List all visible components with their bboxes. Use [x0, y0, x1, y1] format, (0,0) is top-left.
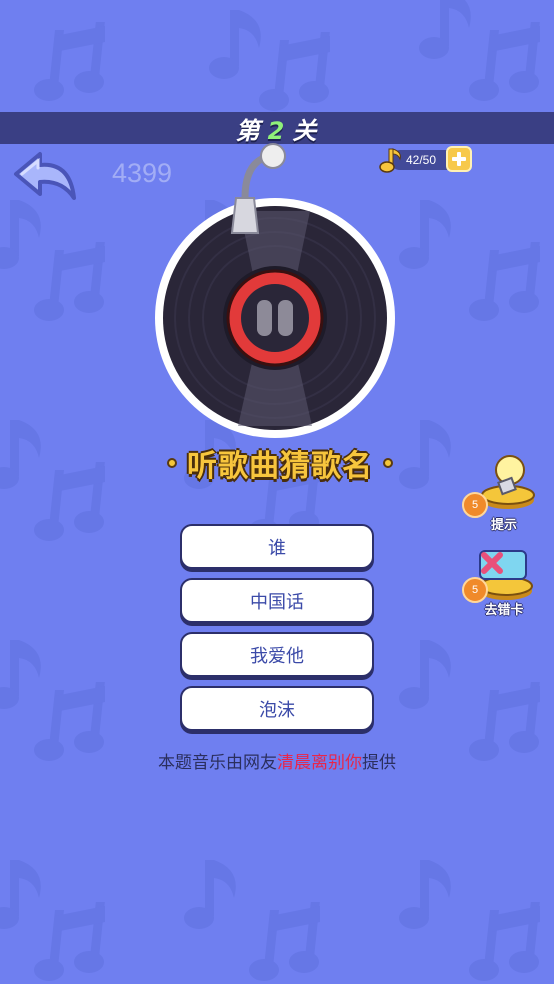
hint-button[interactable]: 5 提示 — [462, 452, 538, 533]
remove-wrong-label: 去错卡 — [484, 603, 524, 618]
vinyl-record — [155, 143, 395, 438]
title-banner: 听歌曲猜歌名 — [140, 440, 420, 486]
back-arrow-icon — [14, 152, 76, 200]
music-credit: 本题音乐由网友清晨离别你提供 — [0, 748, 554, 773]
option-button-3[interactable]: 我爱他 — [180, 632, 374, 677]
back-button[interactable] — [12, 150, 78, 206]
game-title: 听歌曲猜歌名 — [187, 449, 373, 484]
credit-suffix: 提供 — [362, 753, 396, 773]
option-button-2[interactable]: 中国话 — [180, 578, 374, 623]
plus-icon — [452, 152, 466, 166]
option-button-1[interactable]: 谁 — [180, 524, 374, 569]
remove-wrong-button[interactable]: 5 去错卡 — [462, 545, 538, 625]
option-button-4[interactable]: 泡沫 — [180, 686, 374, 731]
hint-label: 提示 — [490, 518, 517, 533]
answer-options: 谁 中国话 我爱他 泡沫 — [180, 524, 374, 740]
level-prefix: 第 — [235, 116, 262, 145]
level-suffix: 关 — [292, 116, 319, 145]
level-title: 第2关 — [236, 111, 319, 146]
add-energy-button[interactable] — [446, 146, 472, 172]
level-number: 2 — [267, 116, 287, 145]
credit-author: 清晨离别你 — [277, 753, 362, 773]
banner-dot-right — [383, 458, 393, 468]
banner-dot-left — [167, 458, 177, 468]
level-bar: 第2关 — [0, 111, 554, 146]
credit-prefix: 本题音乐由网友 — [158, 753, 277, 773]
